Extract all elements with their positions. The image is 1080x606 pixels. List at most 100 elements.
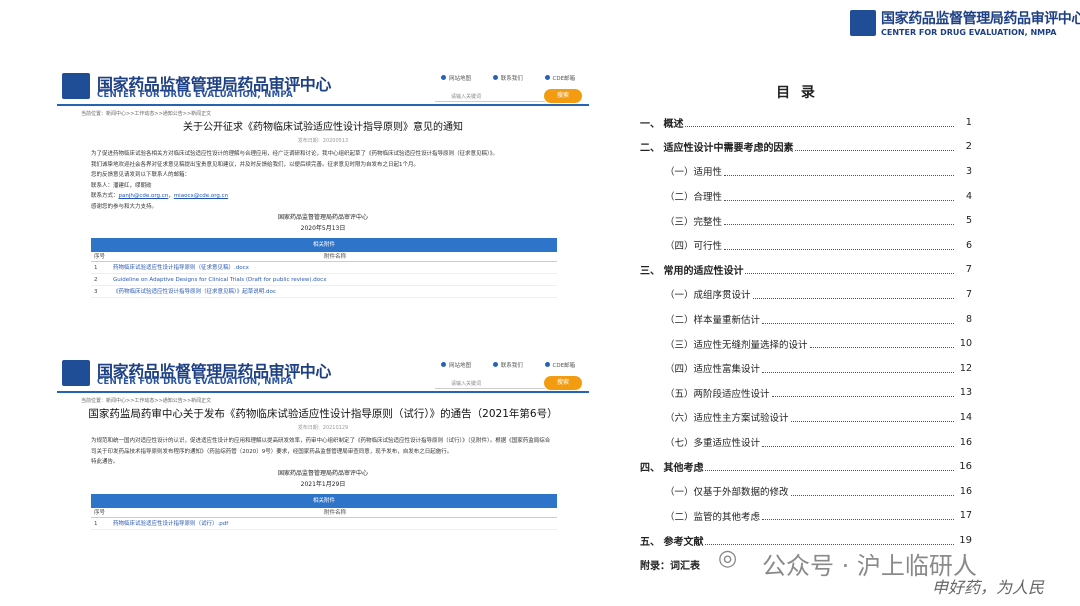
toc-entry[interactable]: 三、 常用的适应性设计 7 [640, 258, 972, 283]
toc-page-number: 7 [965, 264, 972, 276]
brand-name-zh: 国家药品监督管理局药品审评中心 [881, 11, 1080, 27]
toc-page-number: 17 [959, 510, 972, 522]
toc-entry[interactable]: （三）适应性无缝剂量选择的设计 10 [640, 331, 972, 356]
page-title: 国家药监局药审中心关于发布《药物临床试验适应性设计指导原则（试行）》的通告（20… [88, 408, 558, 420]
toc-page-number: 7 [965, 288, 972, 300]
attachment-table: 相关附件 序号 附件名称 1 药物临床试验适应性设计指导原则（征求意见稿）.docx… [91, 238, 557, 298]
toc-entry[interactable]: （四）可行性 6 [640, 233, 972, 258]
search-button[interactable]: 搜索 [544, 376, 582, 390]
toc-leader-dots [724, 167, 954, 176]
toc-entry-label: 五、 参考文献 [640, 536, 704, 548]
sign-date: 2020年5月13日 [300, 225, 346, 232]
body-paragraph: 特此通告。 [91, 459, 119, 465]
notice-screenshot-2021: 国家药品监督管理局药品审评中心 CENTER FOR DRUG EVALUATI… [57, 355, 589, 600]
toc-page-number: 12 [959, 362, 972, 374]
col-no: 序号 [94, 509, 106, 516]
toc-page-number: 5 [965, 215, 972, 227]
publish-date: 发布日期：20200513 [297, 138, 349, 144]
toc-title: 目 录 [776, 85, 818, 101]
contact-link[interactable]: 联系我们 [492, 362, 523, 369]
toc-entry[interactable]: （一）适用性 3 [640, 159, 972, 184]
toc-entry[interactable]: （一）仅基于外部数据的修改 16 [640, 479, 972, 504]
toc-leader-dots [752, 290, 954, 299]
body-paragraph: 您的反馈意见请发到以下联系人的邮箱： [91, 172, 191, 178]
table-row[interactable]: 1 药物临床试验适应性设计指导原则（征求意见稿）.docx [91, 262, 557, 274]
wechat-watermark: ◎ 公众号 · 沪上临研人 申好药，为人民 [718, 542, 1078, 602]
toc-leader-dots [762, 511, 954, 521]
attachment-table-header: 相关附件 [91, 238, 557, 252]
cde-logo-icon [850, 10, 876, 36]
email-link[interactable]: CDE邮箱 [544, 362, 575, 369]
toc-entry[interactable]: （四）适应性富集设计 12 [640, 356, 972, 381]
toc-entry[interactable]: 一、 概述 1 [640, 110, 972, 135]
page-title: 关于公开征求《药物临床试验适应性设计指导原则》意见的通知 [183, 122, 463, 133]
toc-entry[interactable]: （五）两阶段适应性设计 13 [640, 381, 972, 406]
email-link-2[interactable]: miaocx@cde.org.cn [174, 193, 228, 199]
toc-page-number: 1 [965, 116, 972, 128]
toc-entry[interactable]: （七）多重适应性设计 16 [640, 430, 972, 455]
toc-leader-dots [771, 388, 954, 398]
notice-body: 为了促进药物临床试验各相关方对临床试验适应性设计的理解与合理应用，经广泛调研和讨… [57, 149, 589, 212]
breadcrumb: 当前位置：新闻中心>>工作动态>>通知公告>>新闻正文 [81, 398, 212, 404]
toc-leader-dots [724, 216, 954, 226]
table-row[interactable]: 1 药物临床试验适应性设计指导原则（试行）.pdf [91, 518, 557, 530]
attachment-link[interactable]: 《药物临床试验适应性设计指导原则（征求意见稿）》起草说明.doc [113, 286, 557, 297]
toc-entry[interactable]: 二、 适应性设计中需要考虑的因素 2 [640, 135, 972, 160]
toc-entry-label: （一）成组序贯设计 [665, 290, 751, 302]
toc-entry-label: （一）适用性 [665, 167, 723, 179]
toc-leader-dots [762, 315, 954, 324]
attachment-table-header: 相关附件 [91, 493, 557, 508]
toc-page-number: 13 [959, 387, 972, 399]
search-input[interactable]: 请输入关键词 [435, 377, 545, 389]
signature: 国家药品监督管理局药品审评中心 [277, 469, 368, 477]
toc-leader-dots [762, 364, 954, 373]
toc-entry-label: 三、 常用的适应性设计 [640, 266, 744, 278]
email-link[interactable]: CDE邮箱 [544, 75, 575, 82]
toc-page-number: 2 [965, 141, 972, 153]
sitemap-link[interactable]: 网站地图 [441, 75, 471, 82]
attachment-link[interactable]: 药物临床试验适应性设计指导原则（试行）.pdf [113, 518, 557, 529]
toc-page-number: 4 [965, 190, 972, 202]
contact-link[interactable]: 联系我们 [492, 75, 523, 82]
header-links: 网站地图 联系我们 CDE邮箱 [441, 74, 589, 82]
toc-entry[interactable]: 四、 其他考虑 16 [640, 454, 972, 479]
table-row[interactable]: 2 Guideline on Adaptive Designs for Clini… [91, 274, 557, 286]
site-header: 国家药品监督管理局药品审评中心 CENTER FOR DRUG EVALUATI… [57, 68, 589, 106]
toc-entry[interactable]: （六）适应性主方案试验设计 14 [640, 405, 972, 430]
toc-entry[interactable]: （三）完整性 5 [640, 208, 972, 233]
toc-leader-dots [809, 339, 954, 349]
toc-entry-label: 四、 其他考虑 [640, 463, 704, 475]
notice-screenshot-2020: 国家药品监督管理局药品审评中心 CENTER FOR DRUG EVALUATI… [57, 68, 589, 348]
attachment-link[interactable]: 药物临床试验适应性设计指导原则（征求意见稿）.docx [113, 262, 557, 273]
wechat-icon: ◎ [718, 546, 738, 571]
toc-entry[interactable]: （二）样本量重新估计 8 [640, 307, 972, 332]
attachment-link[interactable]: Guideline on Adaptive Designs for Clinic… [113, 274, 557, 285]
brand-header: 国家药品监督管理局药品审评中心 CENTER FOR DRUG EVALUATI… [850, 8, 1080, 40]
table-of-contents: 目 录 一、 概述 1 二、 适应性设计中需要考虑的因素 2 （一）适用性 3 （二）合理性… [640, 82, 972, 582]
toc-entry-label: （四）适应性富集设计 [665, 364, 761, 376]
toc-entry[interactable]: （一）成组序贯设计 7 [640, 282, 972, 307]
table-row[interactable]: 3 《药物临床试验适应性设计指导原则（征求意见稿）》起草说明.doc [91, 286, 557, 298]
sitemap-link[interactable]: 网站地图 [441, 362, 471, 369]
sitemap-icon [441, 75, 446, 80]
search-button[interactable]: 搜索 [544, 89, 582, 103]
body-paragraph: 我们诚挚地欢迎社会各界对征求意见稿提出宝贵意见和建议，并及时反馈给我们，以便后续… [91, 161, 420, 168]
toc-entry[interactable]: （二）合理性 4 [640, 184, 972, 209]
toc-page-number: 8 [965, 313, 972, 325]
email-link-1[interactable]: panjh@cde.org.cn [119, 193, 169, 199]
toc-leader-dots [685, 118, 954, 127]
cde-logo-icon [62, 73, 90, 99]
search-input[interactable]: 请输入关键词 [435, 90, 545, 102]
col-no: 序号 [94, 254, 106, 260]
toc-leader-dots [795, 142, 954, 152]
toc-page-number: 3 [965, 165, 972, 177]
toc-list: 一、 概述 1 二、 适应性设计中需要考虑的因素 2 （一）适用性 3 （二）合理性 4 （三）… [640, 110, 972, 577]
watermark-slogan: 申好药，为人民 [932, 578, 1045, 597]
toc-entry-label: 附录：词汇表 [640, 561, 700, 573]
toc-entry-label: （六）适应性主方案试验设计 [665, 413, 789, 425]
contact-line: 联系方式：panjh@cde.org.cn，miaocx@cde.org.cn [91, 193, 229, 199]
toc-entry[interactable]: （二）监管的其他考虑 17 [640, 504, 972, 529]
col-name: 附件名称 [323, 509, 346, 516]
toc-page-number: 10 [959, 338, 972, 350]
toc-entry-label: （四）可行性 [665, 241, 723, 253]
